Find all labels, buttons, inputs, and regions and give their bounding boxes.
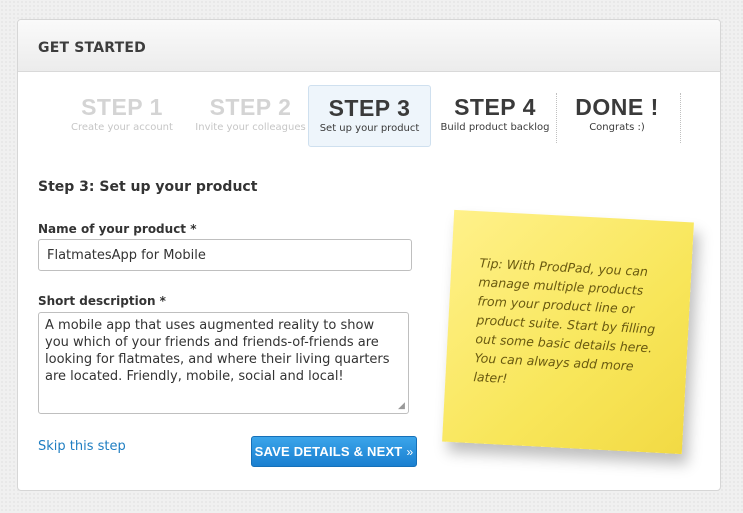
tip-sticky-note: Tip: With ProdPad, you can manage multip…	[442, 209, 708, 476]
short-description-textarea[interactable]: A mobile app that uses augmented reality…	[38, 312, 409, 414]
step-done-number: DONE !	[575, 94, 659, 120]
product-name-label: Name of your product *	[38, 222, 197, 236]
step-1-number: STEP 1	[81, 94, 163, 120]
tip-text: Tip: With ProdPad, you can manage multip…	[442, 209, 694, 455]
save-details-next-button[interactable]: SAVE DETAILS & NEXT»	[251, 436, 417, 467]
short-description-label: Short description *	[38, 294, 166, 308]
skip-step-link[interactable]: Skip this step	[38, 439, 126, 454]
step-1: STEP 1 Create your account	[63, 85, 181, 147]
step-divider-end	[680, 93, 681, 143]
step-4: STEP 4 Build product backlog	[435, 85, 555, 147]
save-button-label: SAVE DETAILS & NEXT	[254, 444, 403, 459]
step-2-number: STEP 2	[209, 94, 292, 120]
page-title: GET STARTED	[38, 40, 146, 56]
step-3-number: STEP 3	[328, 95, 411, 121]
step-1-caption: Create your account	[71, 122, 173, 133]
section-title: Step 3: Set up your product	[38, 179, 258, 195]
step-4-caption: Build product backlog	[440, 122, 550, 133]
get-started-panel: GET STARTED STEP 1 Create your account S…	[17, 19, 721, 491]
step-4-number: STEP 4	[454, 94, 536, 120]
step-done-caption: Congrats :)	[589, 122, 645, 133]
step-progress: STEP 1 Create your account STEP 2 Invite…	[63, 85, 703, 147]
panel-header: GET STARTED	[18, 20, 720, 72]
step-3-caption: Set up your product	[319, 123, 420, 134]
step-2-caption: Invite your colleagues	[195, 122, 306, 133]
step-done: DONE ! Congrats :)	[557, 85, 677, 147]
step-2: STEP 2 Invite your colleagues	[188, 85, 313, 147]
product-name-input[interactable]	[38, 239, 412, 271]
double-chevron-right-icon: »	[406, 445, 414, 459]
textarea-resize-grip-icon[interactable]: ◢	[398, 401, 405, 411]
step-3-current: STEP 3 Set up your product	[308, 85, 431, 147]
